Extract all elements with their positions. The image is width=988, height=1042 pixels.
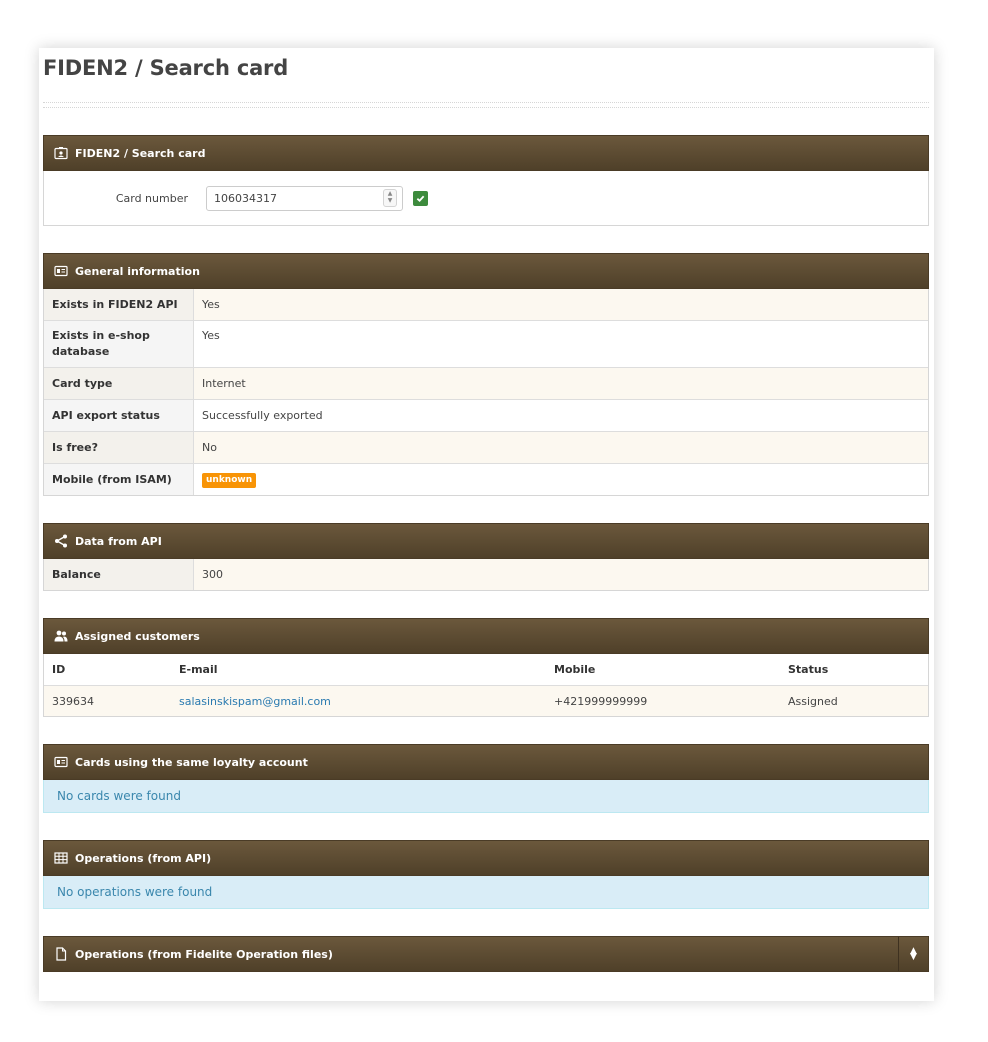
table-header-row: ID E-mail Mobile Status [44,654,928,686]
share-icon [54,534,68,548]
customers-table: ID E-mail Mobile Status 339634 salasinsk… [44,654,928,716]
row-value: Yes [202,298,220,311]
search-card-panel-title: FIDEN2 / Search card [75,146,206,160]
row-label: API export status [52,409,160,422]
title-separator [43,102,929,108]
no-operations-message: No operations were found [43,876,929,909]
column-header-status: Status [788,663,829,676]
row-label: Mobile (from ISAM) [52,473,172,486]
card-number-input[interactable]: 106034317 ▲ ▼ [206,185,403,211]
api-data-table: Balance 300 [44,559,928,590]
same-account-header: Cards using the same loyalty account [43,744,929,780]
api-data-panel: Data from API Balance 300 [43,523,929,591]
same-account-panel: Cards using the same loyalty account No … [43,744,929,813]
row-label: Is free? [52,441,98,454]
assigned-customers-title: Assigned customers [75,629,200,643]
page-title: FIDEN2 / Search card [43,56,289,80]
column-header-mobile: Mobile [554,663,596,676]
row-label: Exists in FIDEN2 API [52,298,178,311]
search-card-panel-header: FIDEN2 / Search card [43,135,929,171]
assigned-customers-panel: Assigned customers ID E-mail Mobile Stat… [43,618,929,717]
table-row: Balance 300 [44,559,928,590]
customer-mobile: +421999999999 [546,685,780,716]
number-spinner[interactable]: ▲ ▼ [383,189,397,207]
users-icon [54,629,68,643]
general-information-header: General information [43,253,929,289]
api-data-body: Balance 300 [43,559,929,591]
id-badge-icon [54,264,68,278]
row-label: Exists in e-shop database [52,329,150,358]
card-number-value: 106034317 [214,191,277,205]
api-data-header: Data from API [43,523,929,559]
general-information-body: Exists in FIDEN2 API Yes Exists in e-sho… [43,289,929,496]
general-information-table: Exists in FIDEN2 API Yes Exists in e-sho… [44,289,928,495]
same-account-title: Cards using the same loyalty account [75,755,308,769]
customer-email-link[interactable]: salasinskispam@gmail.com [179,695,331,708]
search-card-panel-body: Card number 106034317 ▲ ▼ [43,171,929,226]
customer-id: 339634 [44,685,171,716]
customer-status: Assigned [780,685,928,716]
table-row: 339634 salasinskispam@gmail.com +4219999… [44,685,928,716]
table-row: Is free? No [44,431,928,464]
submit-search-button[interactable] [413,190,428,206]
expand-toggle-button[interactable]: ▲ ▼ [898,937,928,971]
operations-api-panel: Operations (from API) No operations were… [43,840,929,909]
card-number-row: Card number 106034317 ▲ ▼ [44,171,928,225]
table-row: Mobile (from ISAM) unknown [44,463,928,495]
row-label: Balance [52,568,101,581]
file-icon [54,947,68,961]
operations-api-header: Operations (from API) [43,840,929,876]
column-header-id: ID [52,663,66,676]
operations-files-header[interactable]: Operations (from Fidelite Operation file… [43,936,929,972]
row-value: Yes [202,329,220,342]
search-card-panel: FIDEN2 / Search card Card number 1060343… [43,135,929,226]
table-row: Card type Internet [44,367,928,400]
general-information-panel: General information Exists in FIDEN2 API… [43,253,929,496]
row-value: Internet [202,377,246,390]
assigned-customers-header: Assigned customers [43,618,929,654]
checkmark-icon [416,195,425,202]
id-card-icon [54,146,68,160]
general-information-title: General information [75,264,200,278]
no-cards-message: No cards were found [43,780,929,813]
page-card: FIDEN2 / Search card FIDEN2 / Search car… [39,48,934,1001]
operations-api-title: Operations (from API) [75,851,212,865]
table-row: Exists in FIDEN2 API Yes [44,289,928,321]
column-header-email: E-mail [179,663,218,676]
row-label: Card type [52,377,113,390]
assigned-customers-body: ID E-mail Mobile Status 339634 salasinsk… [43,654,929,717]
table-row: API export status Successfully exported [44,399,928,432]
row-value: 300 [202,568,223,581]
sort-icon: ▲ ▼ [910,946,917,962]
operations-files-title: Operations (from Fidelite Operation file… [75,947,333,961]
row-value: No [202,441,217,454]
table-row: Exists in e-shop database Yes [44,320,928,368]
id-badge-icon [54,755,68,769]
card-number-label: Card number [115,191,188,205]
table-icon [54,851,68,865]
status-badge: unknown [202,472,257,488]
api-data-title: Data from API [75,534,162,548]
row-value: Successfully exported [202,409,323,422]
operations-files-panel: Operations (from Fidelite Operation file… [43,936,929,972]
